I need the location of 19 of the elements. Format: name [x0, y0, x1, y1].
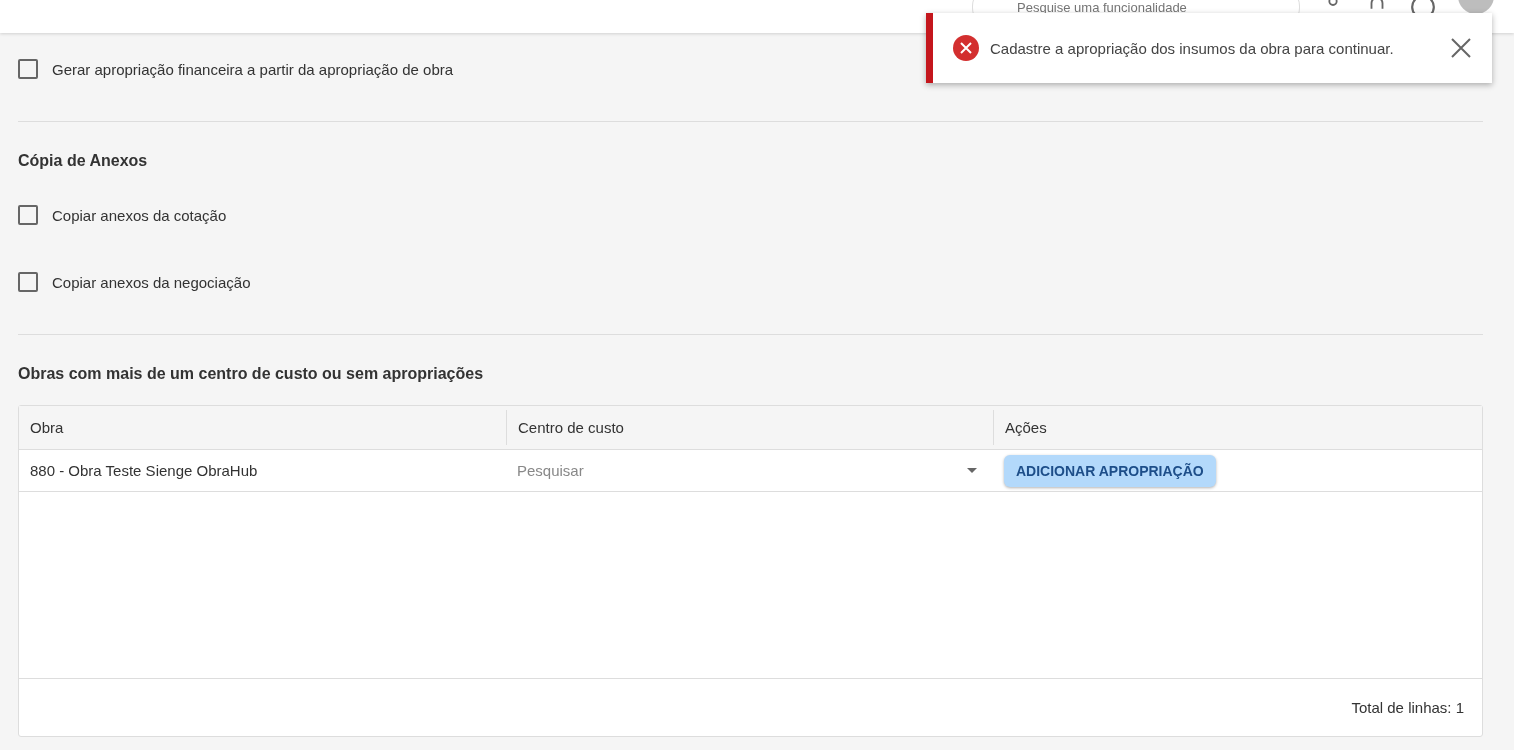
toast-message: Cadastre a apropriação dos insumos da obra para continuar.: [990, 39, 1395, 57]
close-icon[interactable]: [1450, 37, 1472, 59]
row-total: Total de linhas: 1: [1351, 699, 1464, 716]
checkbox[interactable]: [18, 272, 38, 292]
column-header: Obra: [29, 418, 65, 438]
add-appropriation-button[interactable]: ADICIONAR APROPRIAÇÃO: [1004, 454, 1216, 487]
table-cell-text: 880 - Obra Teste Sienge ObraHub: [29, 462, 259, 479]
checkbox-label: Gerar apropriação financeira a partir da apropriação de obra: [52, 60, 454, 78]
section-title: Cópia de Anexos: [18, 152, 149, 170]
column-header: Centro de custo: [506, 410, 993, 445]
error-icon: [953, 35, 979, 61]
checkbox[interactable]: [18, 205, 38, 225]
checkbox-label: Copiar anexos da negociação: [52, 273, 251, 291]
column-header: Ações: [993, 410, 1482, 445]
checkbox[interactable]: [18, 59, 38, 79]
dropdown-caret-icon: [967, 468, 977, 473]
checkbox-label: Copiar anexos da cotação: [52, 206, 227, 224]
section-title: Obras com mais de um centro de custo ou sem apropriações: [18, 365, 485, 383]
cost-center-select[interactable]: Pesquisar: [506, 462, 993, 479]
